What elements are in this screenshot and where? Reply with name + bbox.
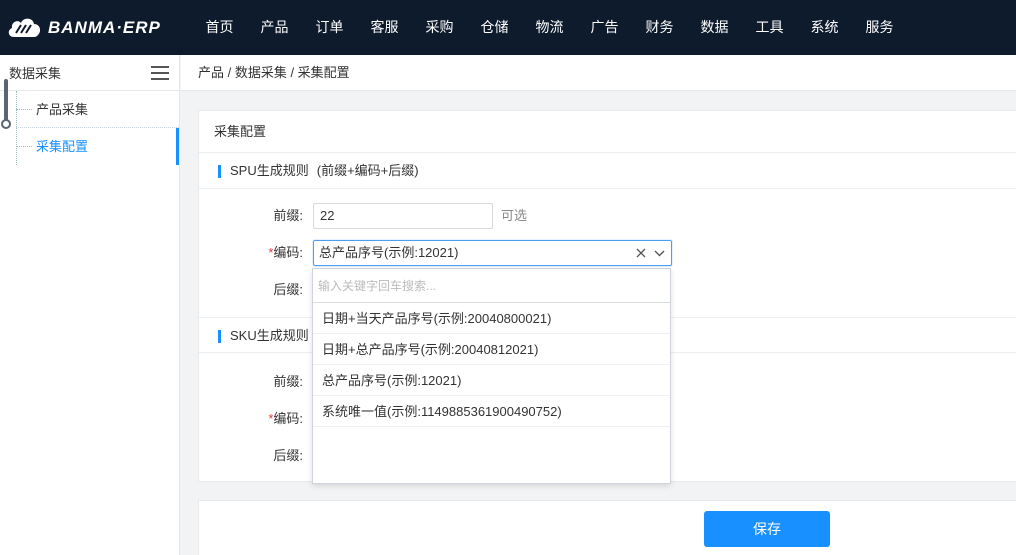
sku-code-label-text: 编码:	[273, 411, 303, 426]
clear-icon[interactable]	[636, 248, 646, 258]
nav-item-tools[interactable]: 工具	[742, 0, 797, 55]
top-navbar: BANMA·ERP 首页 产品 订单 客服 采购 仓储 物流 广告 财务 数据 …	[0, 0, 1016, 55]
sku-heading-text: SKU生成规则	[230, 328, 309, 343]
cloud-logo-icon	[8, 18, 41, 37]
nav-item-finance[interactable]: 财务	[632, 0, 687, 55]
nav-item-product[interactable]: 产品	[247, 0, 302, 55]
main-nav: 首页 产品 订单 客服 采购 仓储 物流 广告 财务 数据 工具 系统 服务	[192, 0, 907, 55]
spu-code-selected-value: 总产品序号(示例:12021)	[319, 245, 459, 260]
nav-item-data[interactable]: 数据	[687, 0, 742, 55]
sidebar-title: 数据采集	[9, 66, 62, 81]
menu-toggle-icon[interactable]	[151, 65, 169, 80]
sidebar-item-label: 产品采集	[36, 102, 89, 117]
sidebar-item-collect-config[interactable]: 采集配置	[0, 128, 179, 165]
sku-suffix-label: 后缀:	[273, 448, 303, 463]
spu-section-heading: SPU生成规则 (前缀+编码+后缀)	[199, 153, 1016, 189]
spu-heading-hint: (前缀+编码+后缀)	[316, 163, 419, 178]
sku-code-label: *编码:	[268, 406, 303, 432]
code-dropdown-panel: 输入关键字回车搜索... 日期+当天产品序号(示例:20040800021) 日…	[312, 268, 671, 484]
sidebar: 数据采集 产品采集 采集配置	[0, 55, 180, 555]
dropdown-option[interactable]: 总产品序号(示例:12021)	[313, 365, 670, 396]
sidebar-header: 数据采集	[0, 55, 179, 91]
nav-item-ads[interactable]: 广告	[577, 0, 632, 55]
dropdown-option[interactable]: 日期+总产品序号(示例:20040812021)	[313, 334, 670, 365]
sidebar-scroll-handle[interactable]	[1, 79, 11, 131]
sidebar-item-product-collect[interactable]: 产品采集	[16, 91, 179, 128]
nav-item-customer-service[interactable]: 客服	[357, 0, 412, 55]
card-title: 采集配置	[199, 111, 1016, 153]
spu-prefix-optional-hint: 可选	[501, 208, 528, 223]
brand-logo[interactable]: BANMA·ERP	[0, 0, 192, 55]
nav-item-services[interactable]: 服务	[852, 0, 907, 55]
breadcrumb: 产品 / 数据采集 / 采集配置	[181, 55, 1016, 91]
sidebar-item-label: 采集配置	[36, 139, 89, 154]
brand-text: BANMA·ERP	[48, 17, 161, 37]
spu-prefix-row: 前缀: 22 可选	[199, 203, 1016, 233]
spu-prefix-label: 前缀:	[273, 208, 303, 223]
spu-prefix-input[interactable]: 22	[313, 203, 493, 229]
dropdown-search-input[interactable]: 输入关键字回车搜索...	[313, 269, 670, 303]
spu-code-label: *编码:	[268, 240, 303, 266]
dropdown-option[interactable]: 系统唯一值(示例:1149885361900490752)	[313, 396, 670, 427]
spu-heading-text: SPU生成规则	[230, 163, 309, 178]
save-button[interactable]: 保存	[704, 511, 830, 547]
nav-item-home[interactable]: 首页	[192, 0, 247, 55]
nav-item-warehouse[interactable]: 仓储	[467, 0, 522, 55]
dropdown-option[interactable]: 日期+当天产品序号(示例:20040800021)	[313, 303, 670, 334]
nav-item-logistics[interactable]: 物流	[522, 0, 577, 55]
chevron-down-icon[interactable]	[654, 250, 665, 257]
spu-code-label-text: 编码:	[273, 245, 303, 260]
spu-code-row: *编码: 总产品序号(示例:12021)	[199, 240, 1016, 270]
sku-prefix-label: 前缀:	[273, 374, 303, 389]
spu-code-select[interactable]: 总产品序号(示例:12021)	[313, 240, 672, 266]
save-bar: 保存	[198, 500, 1016, 555]
nav-item-orders[interactable]: 订单	[302, 0, 357, 55]
nav-item-purchasing[interactable]: 采购	[412, 0, 467, 55]
spu-suffix-label: 后缀:	[273, 282, 303, 297]
nav-item-system[interactable]: 系统	[797, 0, 852, 55]
